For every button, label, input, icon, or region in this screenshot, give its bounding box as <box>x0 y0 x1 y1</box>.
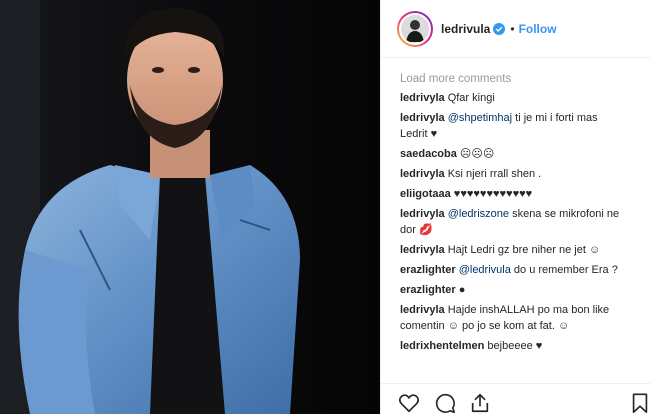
post-header: ledrivula • Follow <box>381 0 650 58</box>
comment-username[interactable]: ledrivyla <box>400 244 445 256</box>
post-photo[interactable] <box>0 0 380 414</box>
heart-icon[interactable] <box>398 392 420 414</box>
comment-text: Ksi njeri rrall shen . <box>444 168 542 180</box>
follow-button[interactable]: Follow <box>519 22 557 36</box>
comment-item: ledrivyla Qfar kingi <box>400 90 625 106</box>
comment-text: ● <box>455 284 466 296</box>
post-side-panel: ledrivula • Follow Load more comments le… <box>380 0 650 414</box>
comment-mention[interactable]: @ledriszone <box>448 208 509 220</box>
comment-text: Qfar kingi <box>444 92 495 104</box>
share-icon[interactable] <box>469 392 491 414</box>
comment-item: ledrixhentelmen bejbeeee ♥ <box>400 338 625 354</box>
comment-username[interactable]: ledrivyla <box>400 304 445 316</box>
header-username[interactable]: ledrivula <box>441 22 490 36</box>
comment-item: erazlighter ● <box>400 282 625 298</box>
comment-item: ledrivyla Hajt Ledri gz bre niher ne jet… <box>400 242 625 258</box>
comment-text: do u remember Era ? <box>510 264 618 276</box>
comments-list: Load more comments ledrivyla Qfar kingi … <box>381 58 650 383</box>
comment-item: ledrivyla @shpetimhaj ti je mi i forti m… <box>400 110 625 142</box>
comment-username[interactable]: erazlighter <box>400 264 456 276</box>
comment-text: bejbeeee ♥ <box>484 340 543 352</box>
verified-badge-icon <box>493 22 506 35</box>
avatar-image <box>399 12 431 45</box>
comment-item: saedacoba ☹☹☹ <box>400 146 625 162</box>
comment-item: ledrivyla Ksi njeri rrall shen . <box>400 166 625 182</box>
comment-username[interactable]: ledrixhentelmen <box>400 340 484 352</box>
comment-text: ☹☹☹ <box>456 148 495 160</box>
comment-item: eliigotaaa ♥♥♥♥♥♥♥♥♥♥♥♥ <box>400 186 625 202</box>
comment-icon[interactable] <box>434 392 456 414</box>
avatar[interactable] <box>397 10 433 47</box>
comment-username[interactable]: ledrivyla <box>400 168 445 180</box>
comment-text: Hajt Ledri gz bre niher ne jet ☺ <box>444 244 601 256</box>
comment-username[interactable]: ledrivyla <box>400 112 445 124</box>
comment-username[interactable]: ledrivyla <box>400 92 445 104</box>
comment-mention[interactable]: @ledrivula <box>459 264 511 276</box>
comment-item: ledrivyla @ledriszone skena se mikrofoni… <box>400 206 625 238</box>
comment-username[interactable]: eliigotaaa <box>400 188 451 200</box>
header-separator: • <box>510 21 515 36</box>
comment-item: erazlighter @ledrivula do u remember Era… <box>400 262 625 278</box>
load-more-comments-link[interactable]: Load more comments <box>400 73 637 85</box>
bookmark-icon[interactable] <box>629 392 650 414</box>
comment-item: ledrivyla Hajde inshALLAH po ma bon like… <box>400 302 625 334</box>
post-image <box>0 0 380 414</box>
comment-username[interactable]: ledrivyla <box>400 208 445 220</box>
post-action-bar <box>381 383 650 414</box>
comment-username[interactable]: erazlighter <box>400 284 456 296</box>
comment-mention[interactable]: @shpetimhaj <box>448 112 512 124</box>
comment-username[interactable]: saedacoba <box>400 148 457 160</box>
comment-text: ♥♥♥♥♥♥♥♥♥♥♥♥ <box>450 188 533 200</box>
